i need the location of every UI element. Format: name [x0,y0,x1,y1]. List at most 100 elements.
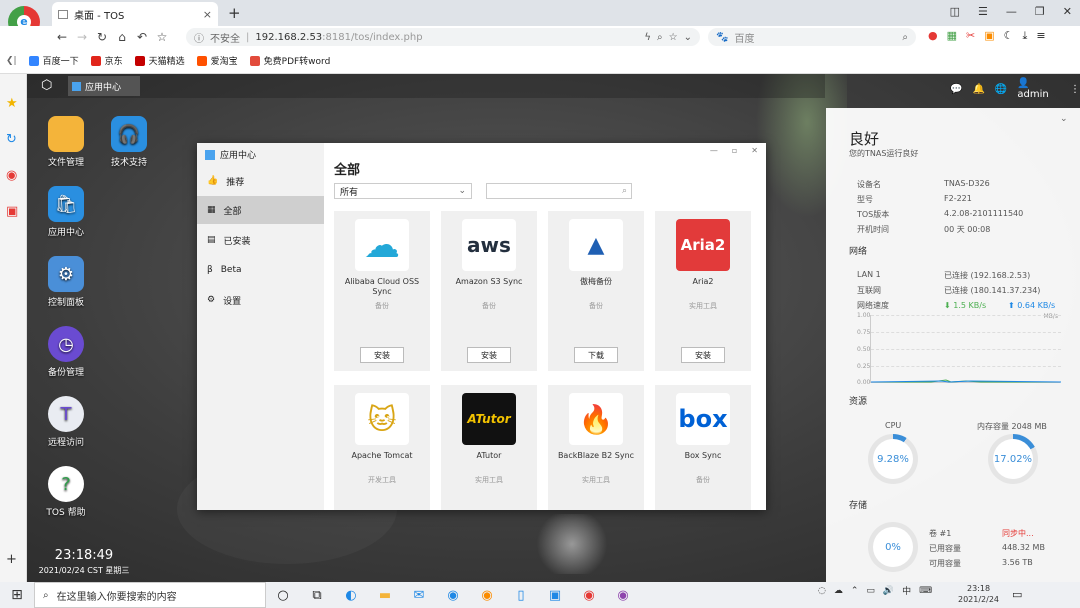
taskbar-search[interactable]: ⌕ 在这里输入你要搜索的内容 [34,582,266,608]
app-name: 傲梅备份 [580,277,612,286]
app-card[interactable]: 🐱 Apache Tomcat 开发工具 [334,385,430,510]
app-card[interactable]: aws Amazon S3 Sync 备份 安装 [441,211,537,371]
tos-tray: 💬 🔔 🌐 👤 admin ⋮ [950,78,1080,100]
cortana-icon[interactable]: ○ [266,588,300,603]
chevron-up-icon[interactable]: ⌃ [851,586,859,596]
search-input[interactable]: 百度 [734,30,754,45]
close-tab-icon[interactable]: × [203,8,212,21]
app-card[interactable]: Aria2 Aria2 实用工具 安装 [655,211,751,371]
desktop-icon-help[interactable]: ? TOS 帮助 [34,466,98,518]
user-icon[interactable]: 👤 admin [1017,78,1060,100]
globe-icon[interactable]: 🌐 [995,84,1007,95]
bell-icon[interactable]: 🔔 [972,84,984,95]
back-icon[interactable]: ← [52,30,72,44]
install-button[interactable]: 安装 [360,347,404,363]
install-button[interactable]: 安装 [467,347,511,363]
menu-icon[interactable]: ☰ [978,5,988,18]
app-card[interactable]: ▲ 傲梅备份 备份 下载 [548,211,644,371]
app-icon[interactable]: ◉ [436,588,470,603]
forward-icon[interactable]: → [72,30,92,44]
edge-icon[interactable]: ◐ [334,588,368,603]
desktop-icon-remote[interactable]: T 远程访问 [34,396,98,448]
browser-icon[interactable]: ◉ [572,588,606,603]
collapse-icon[interactable]: ❮| [6,56,17,66]
app-card[interactable]: 🔥 BackBlaze B2 Sync 实用工具 [548,385,644,510]
taskbar-search-input[interactable]: 在这里输入你要搜索的内容 [57,588,177,603]
chevron-down-icon[interactable]: ⌄ [684,32,692,43]
address-bar[interactable]: ⓘ 不安全 | 192.168.2.53:8181/tos/index.php … [186,28,700,46]
nav-all[interactable]: ▦ 全部 [197,196,324,224]
phone-icon[interactable]: ▯ [504,588,538,603]
night-mode-icon[interactable]: ☾ [1004,29,1014,43]
keyboard-icon[interactable]: ⌨ [919,586,932,596]
star-icon[interactable]: ☆ [669,32,678,43]
history-icon[interactable]: ↻ [6,132,17,147]
notification-icon[interactable]: ▭ [1012,588,1022,601]
search-icon[interactable]: ⌕ [902,32,908,43]
chat-icon[interactable]: ◌ [818,586,826,596]
taskbar-clock[interactable]: 23:18 2021/2/24 [958,583,999,605]
desktop-icon-file-manager[interactable]: 文件管理 [34,116,98,168]
explorer-icon[interactable]: ▬ [368,588,402,603]
favorites-icon[interactable]: ★ [6,96,18,111]
app-icon[interactable]: ◉ [470,588,504,603]
install-button[interactable]: 安装 [681,347,725,363]
app-card[interactable]: ATutor ATutor 实用工具 [441,385,537,510]
app-icon[interactable]: ◉ [606,588,640,603]
lightning-icon[interactable]: ϟ [644,32,651,43]
collapse-icon[interactable]: ⌄ [1060,114,1068,124]
more-icon[interactable]: ⋮ [1070,84,1080,95]
bookmark-jd[interactable]: 京东 [90,54,123,67]
desktop-icon-control-panel[interactable]: ⚙ 控制面板 [34,256,98,308]
more-icon[interactable]: ≡ [1036,29,1045,43]
nav-recommend[interactable]: 👍 推荐 [197,167,324,195]
reload-icon[interactable]: ↻ [92,30,112,44]
download-icon[interactable]: ⤓ [1023,29,1028,43]
desktop-icon-support[interactable]: 🎧 技术支持 [97,116,161,168]
nav-installed[interactable]: ▤ 已安装 [197,226,324,254]
close-window-icon[interactable]: ✕ [1063,5,1072,18]
puzzle-icon[interactable]: ▣ [984,29,994,43]
app-search-input[interactable]: ⌕ [486,183,632,199]
window-title: 应用中心 [205,148,256,161]
bookmark-pdf[interactable]: 免费PDF转word [249,54,330,67]
download-button[interactable]: 下载 [574,347,618,363]
category-select[interactable]: 所有 ⌄ [334,183,472,199]
bookmark-baidu[interactable]: 百度一下 [28,54,79,67]
nav-settings[interactable]: ⚙ 设置 [197,286,324,314]
apps-grid-icon[interactable]: ▦ [947,29,957,43]
cloud-icon[interactable]: ☁ [834,586,843,596]
volume-icon[interactable]: 🔊 [883,586,894,596]
app-card[interactable]: box Box Sync 备份 [655,385,751,510]
add-icon[interactable]: + [6,552,17,567]
taskbar-app-center[interactable]: 应用中心 [68,76,140,96]
new-tab-button[interactable]: + [228,4,241,22]
bookmark-tmall[interactable]: 天猫精选 [134,54,185,67]
pdf-tool-icon[interactable]: ▣ [6,204,18,219]
app-icon[interactable]: ▣ [538,588,572,603]
zoom-icon[interactable]: ⌕ [657,32,663,43]
desktop-switch-icon[interactable]: ⬡ [41,78,52,93]
game-icon[interactable]: ● [928,29,938,43]
input-method-icon[interactable]: 中 [902,584,911,597]
desktop-icon-backup[interactable]: ◷ 备份管理 [34,326,98,378]
browser-tab[interactable]: 桌面 - TOS × [52,2,218,26]
network-icon[interactable]: ▭ [866,586,875,596]
mail-icon[interactable]: ✉ [402,588,436,603]
desktop-icon-app-center[interactable]: 🛍 应用中心 [34,186,98,238]
restore-icon[interactable]: ❐ [1035,5,1045,18]
sidebar-toggle-icon[interactable]: ◫ [950,5,960,18]
windows-start-icon[interactable]: ⊞ [0,582,34,608]
nav-beta[interactable]: β Beta [197,256,324,284]
search-box[interactable]: 🐾 百度 ⌕ [708,28,916,46]
scissors-icon[interactable]: ✂ [966,29,975,43]
favorite-icon[interactable]: ☆ [152,30,172,44]
message-icon[interactable]: 💬 [950,84,962,95]
minimize-icon[interactable]: — [1006,5,1017,18]
weibo-icon[interactable]: ◉ [6,168,17,183]
task-view-icon[interactable]: ⧉ [300,588,334,603]
undo-icon[interactable]: ↶ [132,30,152,44]
app-card[interactable]: ☁ Alibaba Cloud OSS Sync 备份 安装 [334,211,430,371]
home-icon[interactable]: ⌂ [112,30,132,44]
bookmark-aitaobao[interactable]: 爱淘宝 [196,54,238,67]
